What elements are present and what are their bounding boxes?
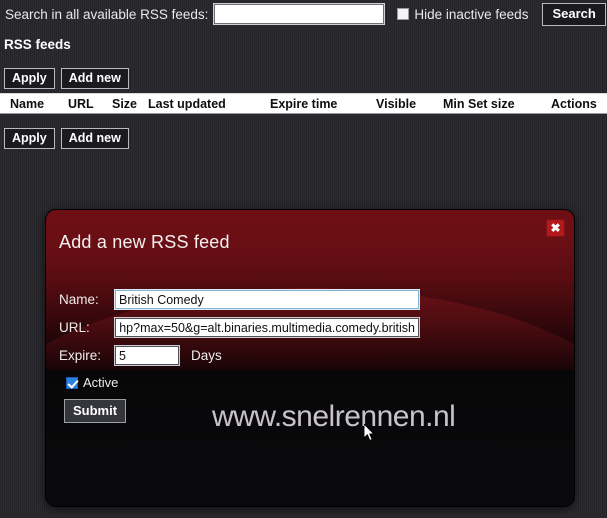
active-toggle[interactable]: Active [66,375,118,390]
search-input[interactable] [214,4,385,24]
apply-button-bottom[interactable]: Apply [4,128,55,149]
toolbar-top: Apply Add new [4,68,129,89]
url-label: URL: [59,320,90,335]
column-header-expire-time[interactable]: Expire time [270,97,337,111]
add-new-button-bottom[interactable]: Add new [60,128,129,149]
close-glyph: ✖ [550,221,561,235]
add-rss-feed-dialog: Add a new RSS feed ✖ Name: URL: Expire: … [46,210,574,506]
active-label: Active [83,375,119,390]
search-label: Search in all available RSS feeds: [5,6,209,22]
dialog-title: Add a new RSS feed [59,232,230,252]
expire-field[interactable] [115,346,179,365]
toolbar-bottom: Apply Add new [4,128,129,149]
apply-button-top[interactable]: Apply [4,68,55,89]
field-row-url: URL: [59,318,419,337]
feeds-table-header: Name URL Size Last updated Expire time V… [0,93,607,114]
expire-label: Expire: [59,348,102,363]
add-new-button-top[interactable]: Add new [60,68,129,89]
search-button[interactable]: Search [542,2,606,26]
days-unit-label: Days [191,348,222,363]
url-field[interactable] [115,318,419,337]
field-row-expire: Expire: Days [59,346,222,365]
column-header-url[interactable]: URL [68,97,94,111]
submit-button[interactable]: Submit [64,399,127,423]
column-header-min-set-size[interactable]: Min Set size [443,97,515,111]
column-header-size[interactable]: Size [112,97,137,111]
hide-inactive-feeds-label: Hide inactive feeds [414,6,529,22]
name-label: Name: [59,292,99,307]
dialog-body-background [46,370,574,506]
column-header-actions[interactable]: Actions [551,97,597,111]
search-bar: Search in all available RSS feeds: Hide … [0,0,607,28]
column-header-last-updated[interactable]: Last updated [148,97,226,111]
field-row-name: Name: [59,290,419,309]
name-field[interactable] [115,290,419,309]
column-header-name[interactable]: Name [10,97,44,111]
close-icon[interactable]: ✖ [546,219,565,237]
active-checkbox[interactable] [66,376,78,389]
hide-inactive-feeds-checkbox[interactable] [397,8,410,20]
hide-inactive-feeds-toggle[interactable]: Hide inactive feeds [397,7,528,22]
page-title: RSS feeds [4,37,71,52]
column-header-visible[interactable]: Visible [376,97,416,111]
